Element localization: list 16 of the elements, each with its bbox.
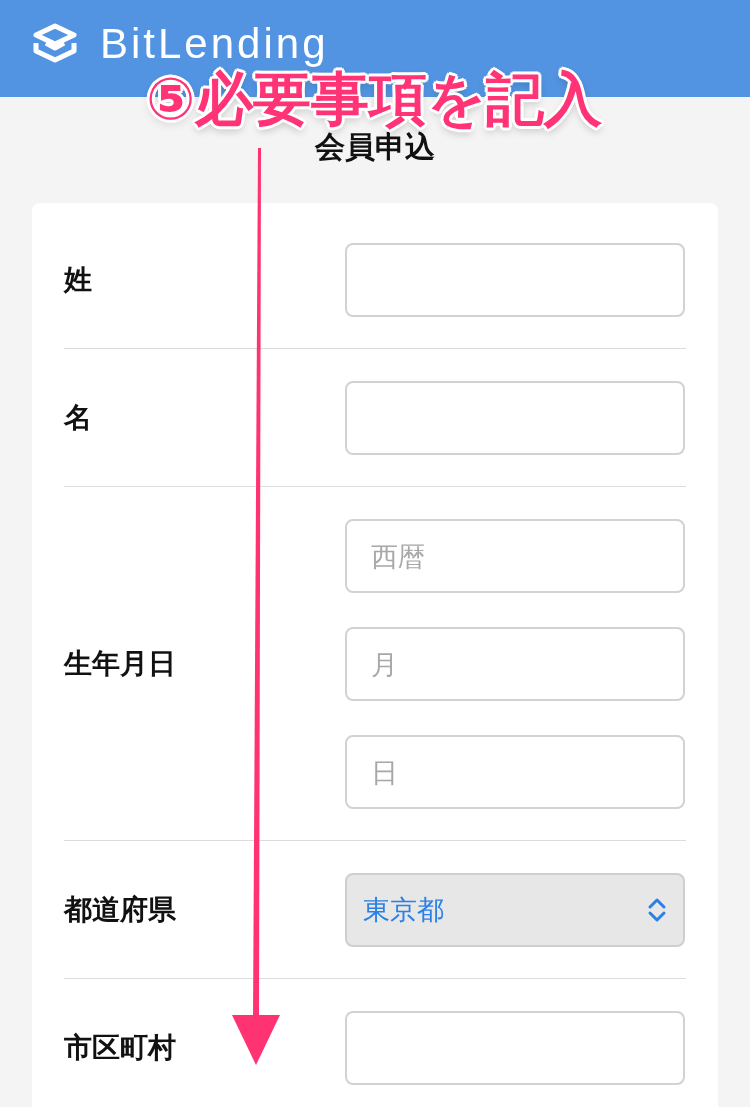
up-down-chevron-icon <box>647 897 667 923</box>
field-label: 都道府県 <box>64 893 177 927</box>
brand-name: BitLending <box>100 22 329 66</box>
input-field[interactable]: 西暦 <box>345 519 685 593</box>
input-field[interactable]: 日 <box>345 735 685 809</box>
select-field[interactable]: 東京都 <box>345 873 685 947</box>
field-label: 名 <box>64 401 93 435</box>
page-title: 会員申込 <box>315 130 435 164</box>
input-field[interactable] <box>345 1011 685 1085</box>
input-field[interactable] <box>345 243 685 317</box>
field-label: 市区町村 <box>64 1031 177 1065</box>
input-field[interactable]: 月 <box>345 627 685 701</box>
input-field[interactable] <box>345 381 685 455</box>
field-label: 生年月日 <box>64 647 177 681</box>
field-label: 姓 <box>64 263 93 297</box>
logo-icon <box>32 22 78 64</box>
